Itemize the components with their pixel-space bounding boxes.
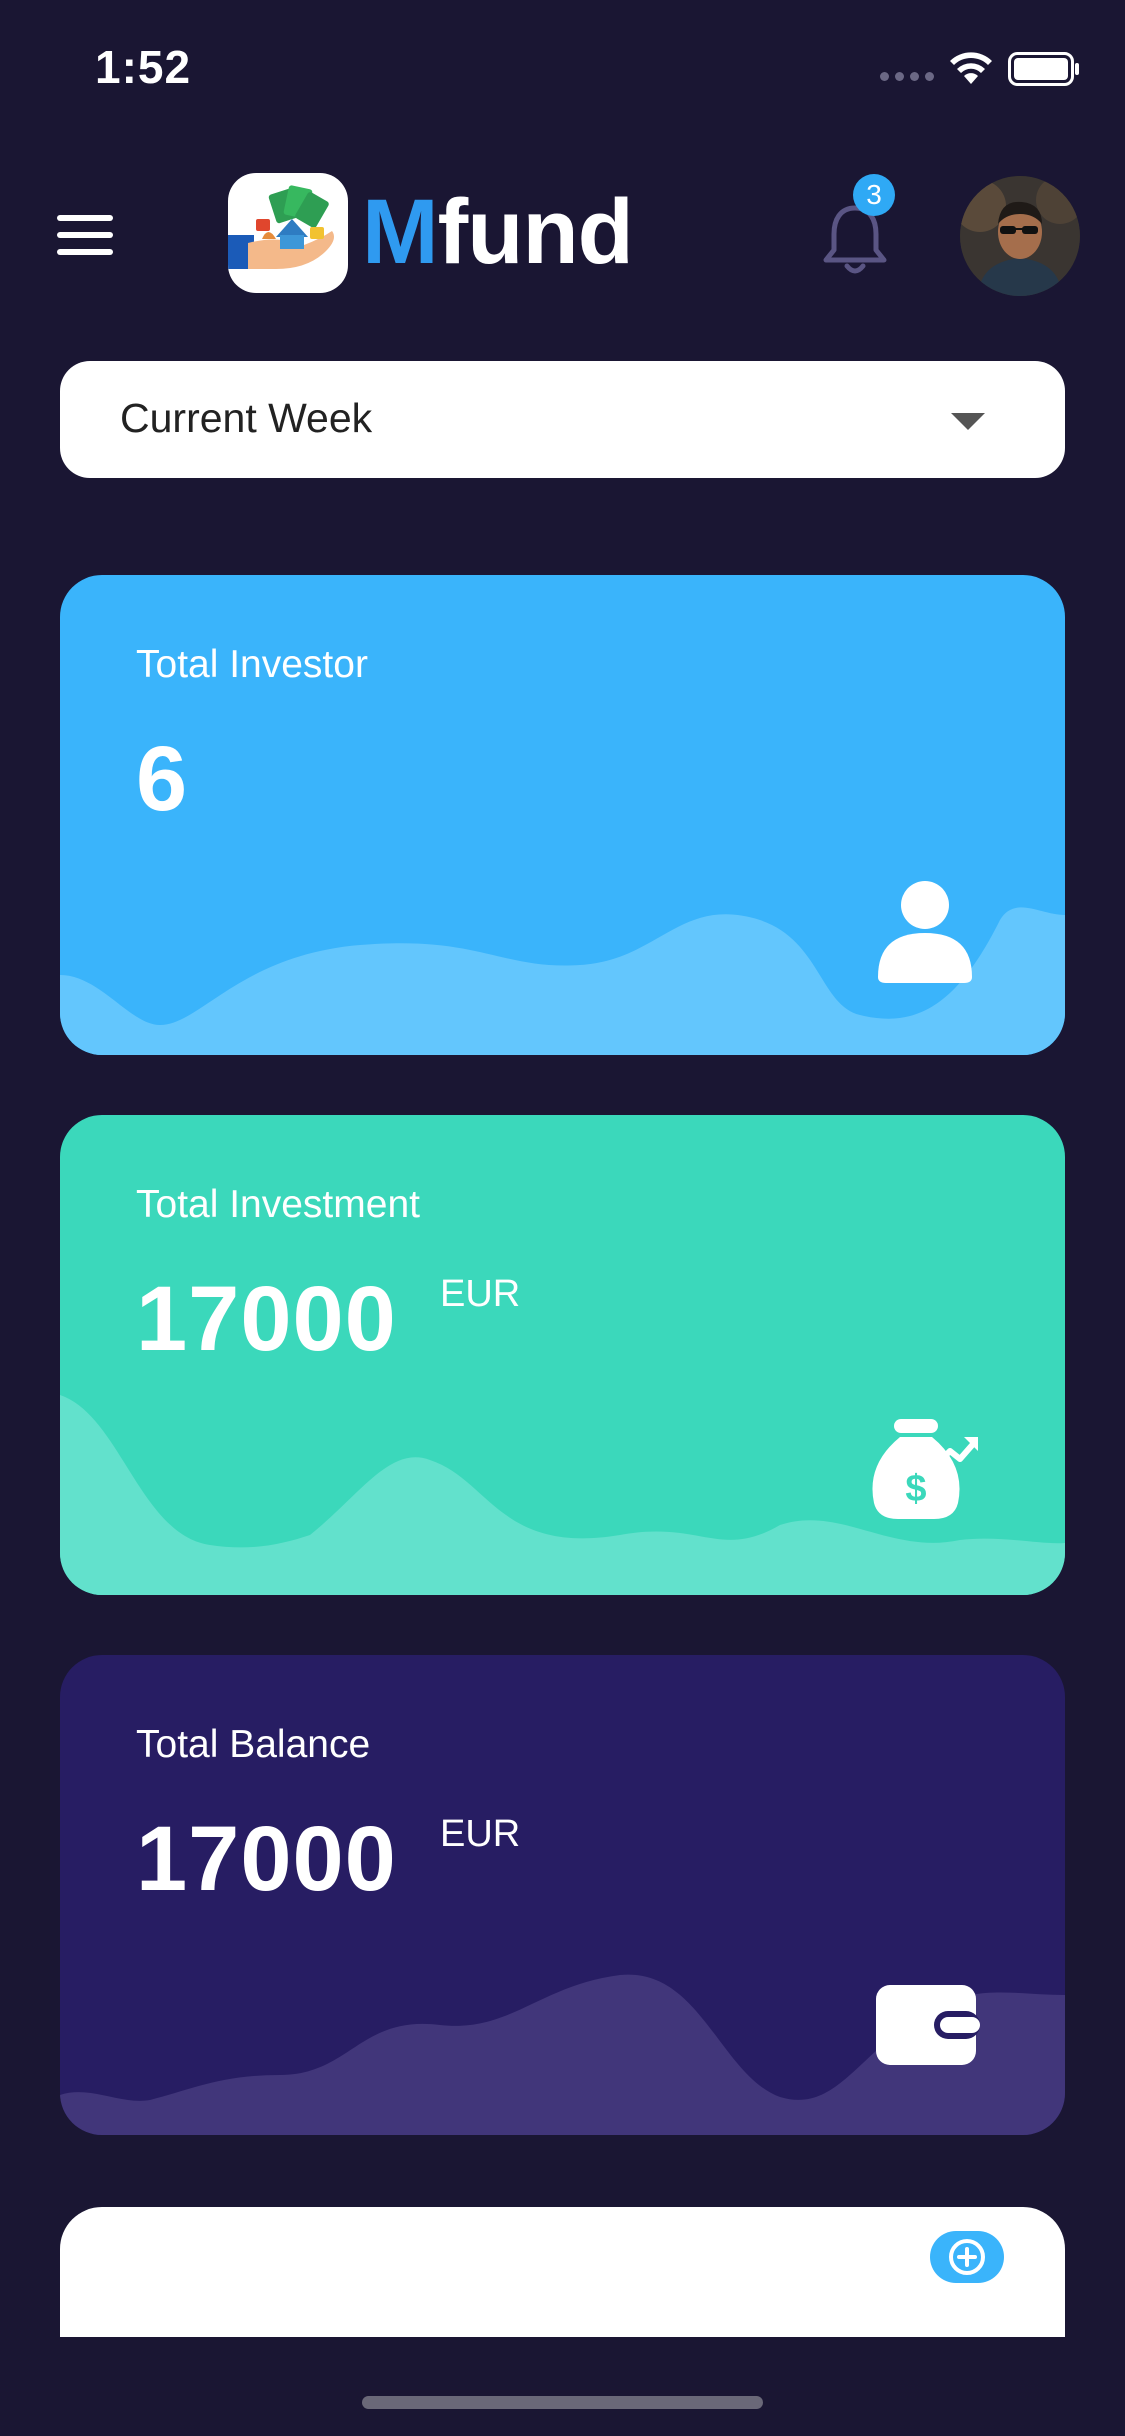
- bottom-panel: [60, 2207, 1065, 2337]
- wallet-icon: [876, 1985, 980, 2065]
- add-button[interactable]: [930, 2231, 1004, 2283]
- total-investor-card[interactable]: Total Investor 6: [60, 575, 1065, 1055]
- money-bag-icon: $: [872, 1419, 978, 1519]
- cellular-signal-icon: [880, 72, 936, 82]
- brand-name-rest: fund: [437, 181, 634, 283]
- battery-icon: [1008, 52, 1079, 86]
- app-logo: [228, 173, 348, 293]
- notification-count-badge: 3: [853, 174, 895, 216]
- brand-name-initial: M: [362, 181, 439, 283]
- person-icon: [878, 881, 972, 983]
- svg-text:$: $: [905, 1468, 926, 1510]
- total-investor-value: 6: [136, 728, 189, 830]
- wifi-icon: [950, 52, 992, 84]
- period-dropdown[interactable]: Current Week: [60, 361, 1065, 478]
- app-header: Mfund 3: [0, 170, 1125, 300]
- user-avatar[interactable]: [960, 176, 1080, 296]
- total-balance-unit: EUR: [440, 1813, 521, 1855]
- total-investment-value: 17000: [136, 1268, 397, 1370]
- total-investment-unit: EUR: [440, 1273, 521, 1315]
- total-investment-label: Total Investment: [136, 1183, 420, 1226]
- logo-hand-money-icon: [228, 185, 334, 269]
- plus-circle-icon: [949, 2239, 985, 2275]
- brand-name: Mfund: [362, 180, 634, 285]
- total-balance-card[interactable]: Total Balance 17000 EUR: [60, 1655, 1065, 2135]
- avatar-photo: [960, 176, 1080, 296]
- status-bar: 1:52: [0, 0, 1125, 135]
- total-balance-value: 17000: [136, 1808, 397, 1910]
- period-dropdown-value: Current Week: [120, 395, 373, 441]
- dropdown-caret-icon: [951, 413, 985, 430]
- total-investment-card[interactable]: Total Investment 17000 EUR $: [60, 1115, 1065, 1595]
- total-balance-label: Total Balance: [136, 1723, 371, 1766]
- home-indicator: [362, 2396, 763, 2409]
- status-time: 1:52: [95, 41, 192, 93]
- total-investor-label: Total Investor: [136, 643, 368, 686]
- hamburger-menu-icon[interactable]: [57, 215, 113, 255]
